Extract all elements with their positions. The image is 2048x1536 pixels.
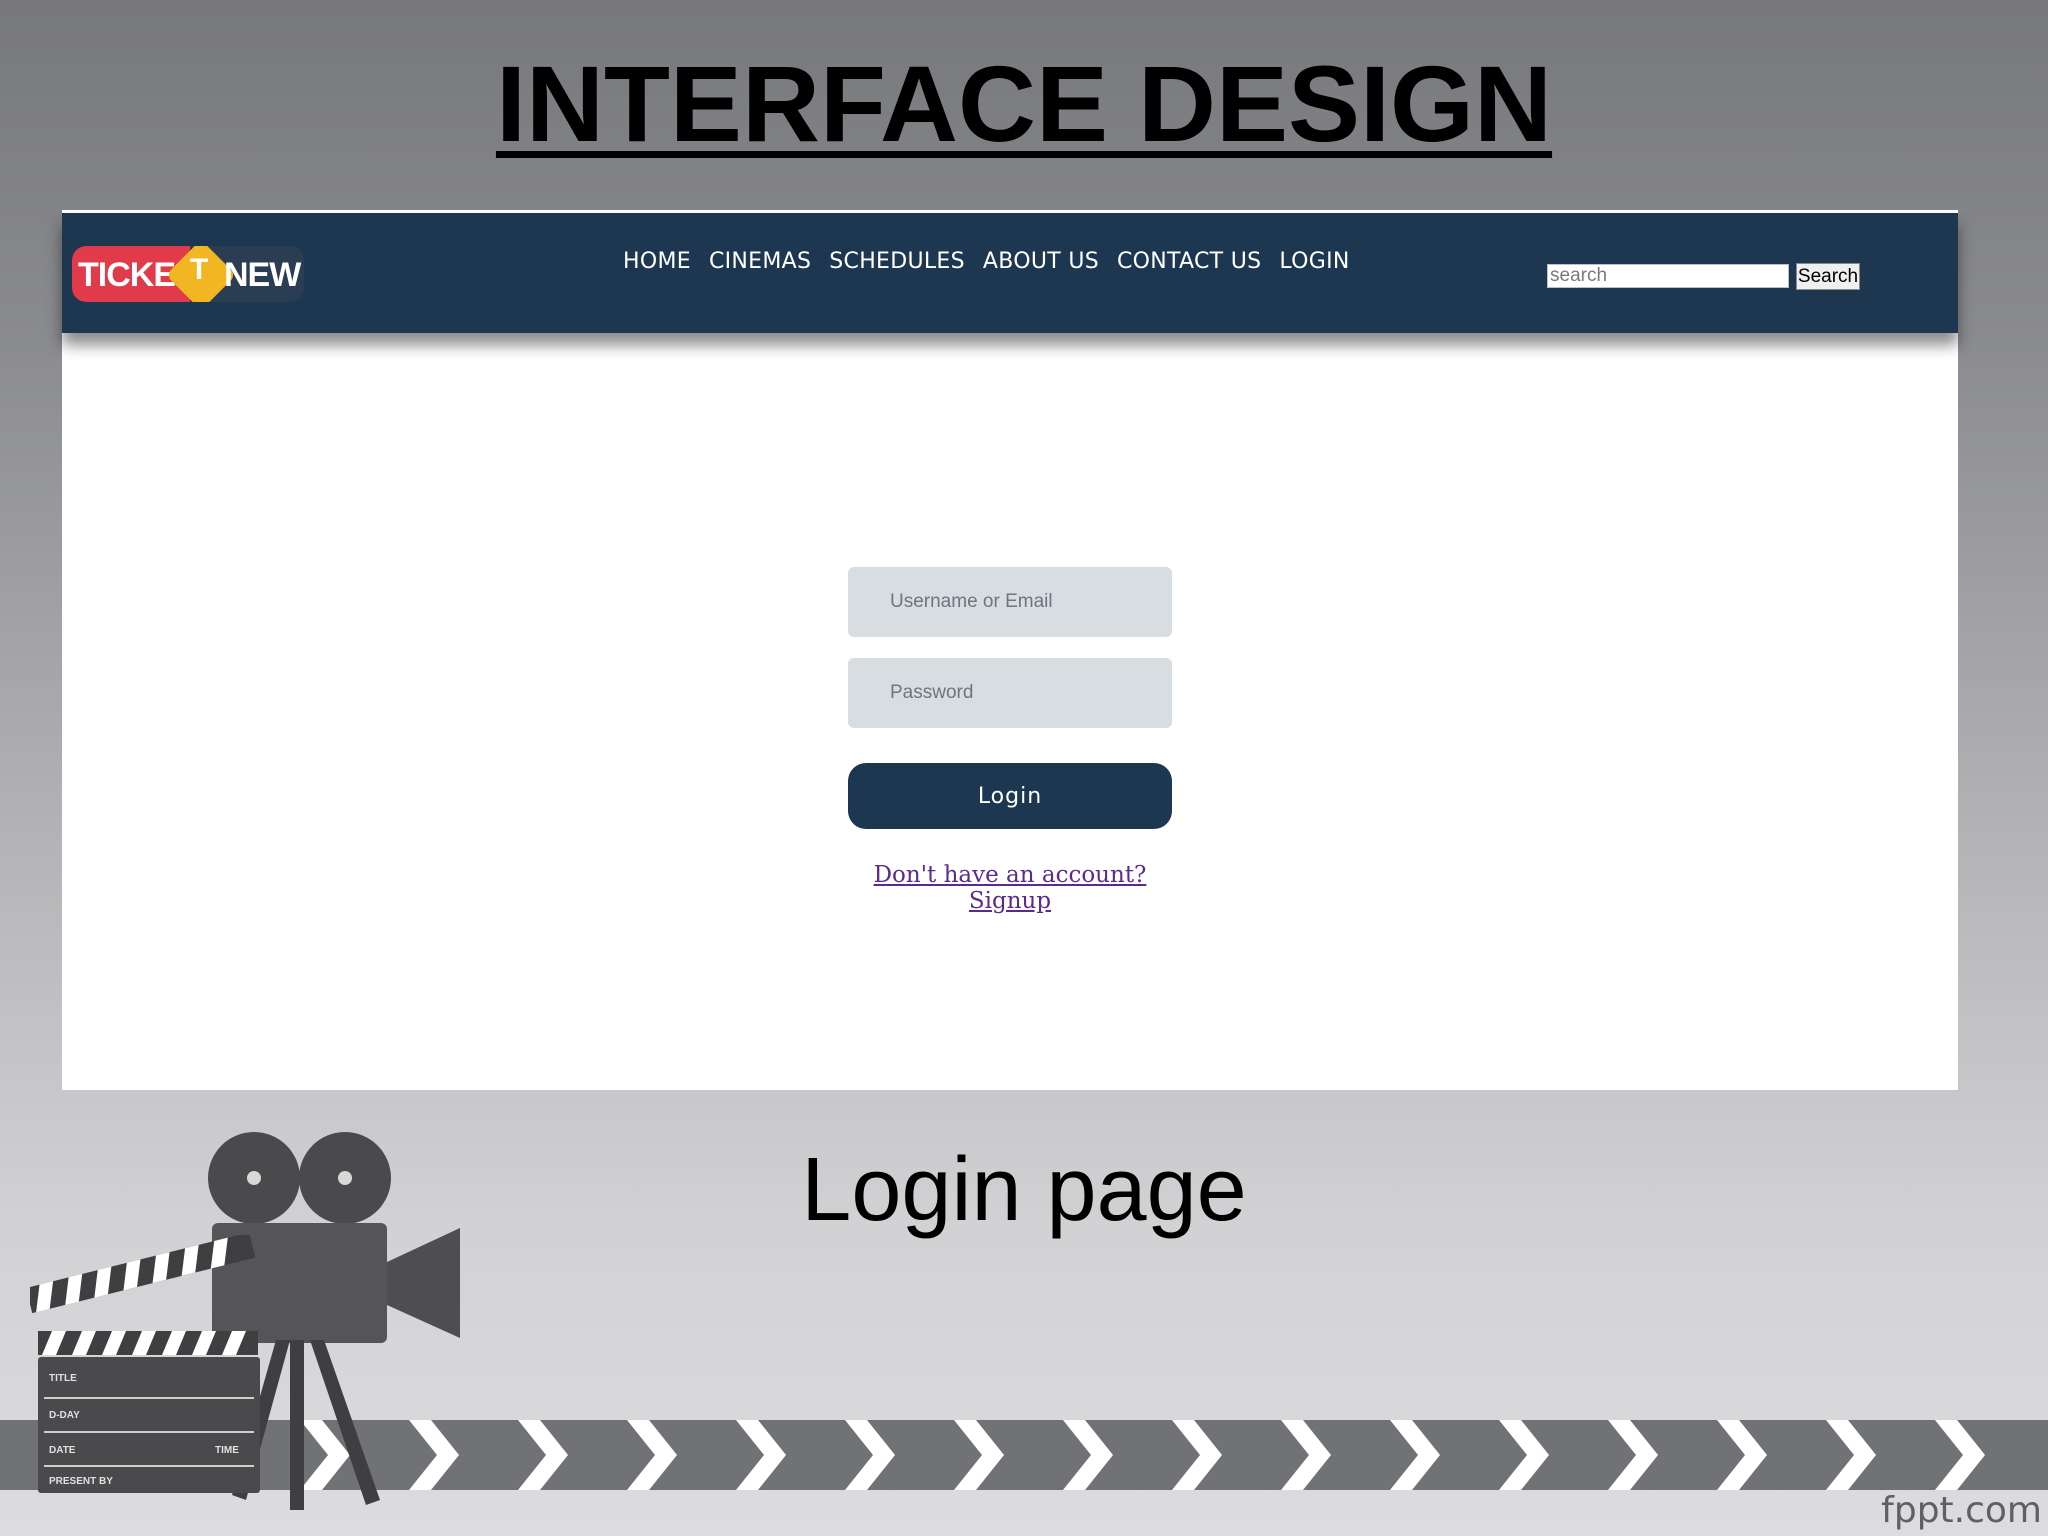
password-field[interactable] bbox=[848, 658, 1172, 728]
nav-schedules[interactable]: SCHEDULES bbox=[820, 249, 974, 274]
search-button[interactable]: Search bbox=[1796, 263, 1860, 290]
clapperboard-icon: TITLE D-DAY DATE TIME PRESENT BY bbox=[30, 1235, 270, 1495]
signup-link[interactable]: Don't have an account? Signup bbox=[848, 862, 1172, 914]
search-input[interactable] bbox=[1547, 264, 1789, 288]
clapper-time-label: TIME bbox=[215, 1445, 239, 1456]
username-field[interactable] bbox=[848, 567, 1172, 637]
nav-about-us[interactable]: ABOUT US bbox=[974, 249, 1108, 274]
clapper-present-label: PRESENT BY bbox=[49, 1476, 113, 1487]
nav-menu: HOME CINEMAS SCHEDULES ABOUT US CONTACT … bbox=[614, 249, 1359, 274]
clapper-title-label: TITLE bbox=[49, 1373, 77, 1384]
nav-home[interactable]: HOME bbox=[614, 249, 700, 274]
nav-login[interactable]: LOGIN bbox=[1270, 249, 1358, 274]
watermark: fppt.com bbox=[1881, 1490, 2042, 1531]
clapper-dday-label: D-DAY bbox=[49, 1410, 80, 1421]
nav-contact-us[interactable]: CONTACT US bbox=[1108, 249, 1270, 274]
nav-cinemas[interactable]: CINEMAS bbox=[700, 249, 820, 274]
login-button[interactable]: Login bbox=[848, 763, 1172, 829]
clapper-date-label: DATE bbox=[49, 1445, 76, 1456]
